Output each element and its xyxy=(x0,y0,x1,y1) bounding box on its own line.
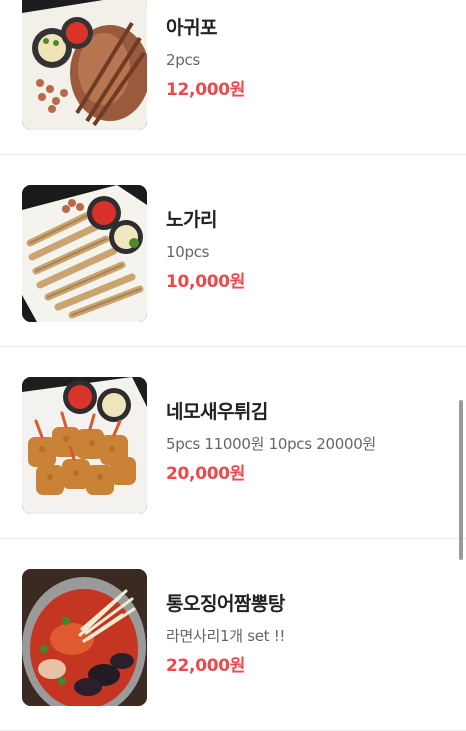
menu-item-price: 22,000원 xyxy=(166,656,246,676)
menu-item-name: 노가리 xyxy=(166,209,217,231)
menu-item-photo[interactable] xyxy=(22,569,147,706)
menu-item-info: 노가리 10pcs 10,000원 xyxy=(166,207,245,293)
menu-item-name: 통오징어짬뽕탕 xyxy=(166,593,285,615)
dried-monkfish-photo xyxy=(22,0,147,130)
menu-item-description: 5pcs 11000원 10pcs 20000원 xyxy=(166,435,376,453)
scrollbar[interactable] xyxy=(459,400,463,560)
menu-item-name: 네모새우튀김 xyxy=(166,401,268,423)
menu-item-price: 10,000원 xyxy=(166,272,246,292)
menu-item-description: 라면사리1개 set !! xyxy=(166,627,286,645)
menu-item-price: 12,000원 xyxy=(166,80,246,100)
menu-item-tong-ojingeo-jjamppong-tang[interactable]: 통오징어짬뽕탕 라면사리1개 set !! 22,000원 xyxy=(0,539,466,731)
menu-item-description: 10pcs xyxy=(166,243,210,261)
menu-item-photo[interactable] xyxy=(22,377,147,514)
menu-item-nemo-saewoo-twigim[interactable]: 네모새우튀김 5pcs 11000원 10pcs 20000원 20,000원 xyxy=(0,347,466,539)
menu-item-price: 20,000원 xyxy=(166,464,246,484)
menu-item-nogari[interactable]: 노가리 10pcs 10,000원 xyxy=(0,155,466,347)
menu-item-info: 아귀포 2pcs 12,000원 xyxy=(166,15,245,101)
menu-item-agwipo[interactable]: 아귀포 2pcs 12,000원 xyxy=(0,0,466,155)
squid-jjamppong-stew-photo xyxy=(22,569,147,706)
fried-shrimp-photo xyxy=(22,377,147,514)
menu-item-photo[interactable] xyxy=(22,185,147,322)
menu-item-photo[interactable] xyxy=(22,0,147,130)
menu-item-name: 아귀포 xyxy=(166,17,217,39)
menu-item-info: 통오징어짬뽕탕 라면사리1개 set !! 22,000원 xyxy=(166,591,285,677)
menu-list: 아귀포 2pcs 12,000원 노가리 10pcs 10,000원 네모새우튀… xyxy=(0,0,466,731)
menu-item-description: 2pcs xyxy=(166,51,200,69)
menu-item-info: 네모새우튀김 5pcs 11000원 10pcs 20000원 20,000원 xyxy=(166,399,376,485)
dried-pollock-photo xyxy=(22,185,147,322)
